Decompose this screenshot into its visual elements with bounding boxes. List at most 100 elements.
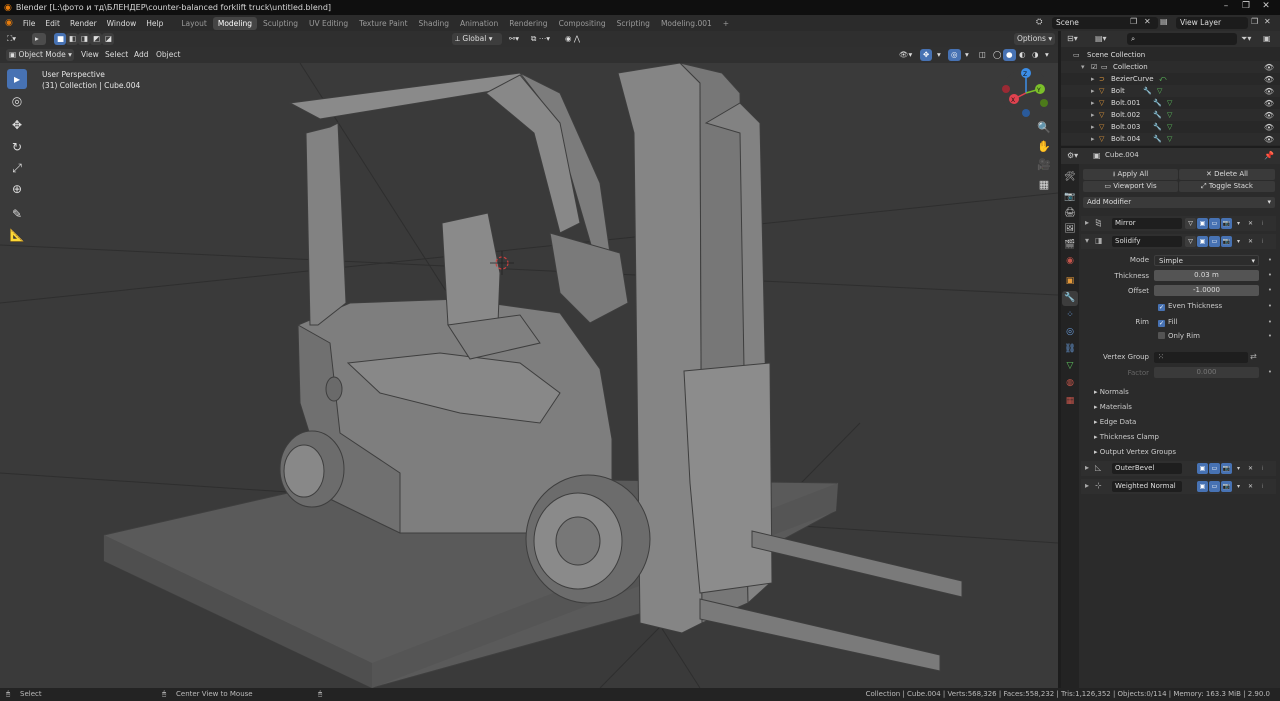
select-tool-icon[interactable]: ▸ [32, 33, 46, 45]
minimize-button[interactable]: – [1216, 1, 1236, 11]
modifier-menu-icon[interactable]: ▾ [1233, 481, 1244, 492]
render-icon[interactable]: 📷 [1221, 218, 1232, 229]
thickness-field[interactable]: 0.03 m [1154, 270, 1259, 281]
tab-uv-editing[interactable]: UV Editing [304, 17, 353, 30]
tab-data-icon[interactable]: ▽ [1062, 359, 1078, 374]
drag-handle-icon[interactable]: ⁞ [1257, 463, 1268, 474]
new-collection-icon[interactable]: ▣ [1263, 34, 1271, 43]
vertex-group-field[interactable]: ⁙ [1154, 352, 1248, 363]
tab-modeling-001[interactable]: Modeling.001 [656, 17, 717, 30]
edit-mode-icon[interactable]: ▣ [1197, 218, 1208, 229]
delete-all-button[interactable]: ✕ Delete All [1179, 169, 1275, 180]
render-icon[interactable]: 📷 [1221, 236, 1232, 247]
rotate-tool-icon[interactable]: ↻ [7, 137, 27, 157]
tab-texture-paint[interactable]: Texture Paint [354, 17, 412, 30]
visibility-icon[interactable]: 👁▾ [896, 49, 915, 61]
outliner-row-collection[interactable]: ▾ ☑ ▭ Collection 👁 [1061, 61, 1280, 73]
outliner-filter-icon[interactable]: ⏷▾ [1241, 34, 1251, 44]
outliner-editor-icon[interactable]: ⊟▾ [1067, 34, 1078, 43]
menu-render[interactable]: Render [65, 19, 102, 28]
fill-checkbox[interactable]: ✓ Fill [1158, 318, 1177, 327]
select-mode-invert-icon[interactable]: ◩ [90, 33, 102, 45]
modifier-name-field[interactable]: OuterBevel [1112, 463, 1182, 474]
view-layer-delete-icon[interactable]: ✕ [1264, 17, 1271, 26]
modifier-remove-icon[interactable]: ✕ [1245, 481, 1256, 492]
shading-solid-icon[interactable]: ● [1003, 49, 1016, 61]
expand-arrow-icon[interactable]: ▸ [1091, 87, 1095, 95]
camera-view-icon[interactable]: 🎥 [1035, 157, 1053, 173]
subpanel-normals[interactable]: ▸ Normals [1094, 388, 1129, 396]
visibility-eye-icon[interactable]: 👁 [1264, 63, 1274, 72]
expand-arrow-icon[interactable]: ▸ [1085, 218, 1089, 227]
keyframe-dot-icon[interactable]: • [1268, 286, 1272, 294]
editor-type-icon[interactable]: ⛶▾ [4, 33, 19, 45]
tab-object-icon[interactable]: ▣ [1062, 274, 1078, 289]
outliner-row-beziercurve[interactable]: ▸ ⊃ BezierCurve ⤺ 👁 [1061, 73, 1280, 85]
modifier-menu-icon[interactable]: ▾ [1233, 236, 1244, 247]
overlay-dropdown-icon[interactable]: ▾ [962, 49, 972, 61]
modifier-remove-icon[interactable]: ✕ [1245, 236, 1256, 247]
keyframe-dot-icon[interactable]: • [1268, 256, 1272, 264]
scene-selector[interactable]: Scene [1052, 17, 1158, 29]
shading-dropdown-icon[interactable]: ▾ [1042, 49, 1052, 61]
tab-scene-icon[interactable]: 🎬 [1062, 238, 1078, 253]
render-icon[interactable]: 📷 [1221, 463, 1232, 474]
realtime-icon[interactable]: ▭ [1209, 236, 1220, 247]
edit-cage-icon[interactable]: ▽ [1185, 218, 1196, 229]
expand-arrow-icon[interactable]: ▸ [1091, 123, 1095, 131]
object-mode-dropdown[interactable]: ▣ Object Mode ▾ [6, 49, 74, 61]
visibility-eye-icon[interactable]: 👁 [1264, 75, 1274, 84]
overlay-toggle-icon[interactable]: ◎ [948, 49, 961, 61]
tab-layout[interactable]: Layout [176, 17, 212, 30]
pan-hand-icon[interactable]: ✋ [1035, 139, 1053, 155]
tab-sculpting[interactable]: Sculpting [258, 17, 303, 30]
expand-arrow-icon[interactable]: ▸ [1091, 75, 1095, 83]
select-mode-subtract-icon[interactable]: ◨ [78, 33, 90, 45]
pin-icon[interactable]: 📌 [1264, 151, 1274, 160]
modifier-menu-icon[interactable]: ▾ [1233, 463, 1244, 474]
edit-mode-icon[interactable]: ▣ [1197, 236, 1208, 247]
keyframe-dot-icon[interactable]: • [1268, 271, 1272, 279]
subpanel-output-vertex-groups[interactable]: ▸ Output Vertex Groups [1094, 448, 1176, 456]
tab-world-icon[interactable]: ◉ [1062, 254, 1078, 269]
visibility-eye-icon[interactable]: 👁 [1264, 87, 1274, 96]
edit-mode-icon[interactable]: ▣ [1197, 481, 1208, 492]
properties-editor-icon[interactable]: ⚙▾ [1067, 151, 1078, 160]
tab-output-icon[interactable]: 🖨 [1062, 206, 1078, 221]
expand-arrow-icon[interactable]: ▾ [1085, 236, 1089, 245]
menu-select[interactable]: Select [102, 49, 131, 61]
move-tool-icon[interactable]: ✥ [7, 115, 27, 135]
tab-animation[interactable]: Animation [455, 17, 503, 30]
modifier-name-field[interactable]: Weighted Normal [1112, 481, 1182, 492]
expand-arrow-icon[interactable]: ▸ [1085, 481, 1089, 490]
expand-arrow-icon[interactable]: ▸ [1085, 463, 1089, 472]
invert-vertex-group-icon[interactable]: ⇄ [1250, 352, 1257, 361]
modifier-name-field[interactable]: Mirror [1112, 218, 1182, 229]
outliner-row-bolt-003[interactable]: ▸ ▽ Bolt.003 🔧 ▽ 👁 [1061, 121, 1280, 133]
tab-particles-icon[interactable]: ⁘ [1062, 308, 1078, 323]
tab-rendering[interactable]: Rendering [504, 17, 552, 30]
drag-handle-icon[interactable]: ⁞ [1257, 218, 1268, 229]
transform-tool-icon[interactable]: ⊕ [7, 179, 27, 199]
even-thickness-checkbox[interactable]: ✓ Even Thickness [1158, 302, 1222, 311]
add-workspace-button[interactable]: + [718, 17, 734, 30]
tab-physics-icon[interactable]: ◎ [1062, 325, 1078, 340]
outliner-row-bolt[interactable]: ▸ ▽ Bolt 🔧 ▽ 👁 [1061, 85, 1280, 97]
menu-view[interactable]: View [78, 49, 102, 61]
outliner-row-bolt-002[interactable]: ▸ ▽ Bolt.002 🔧 ▽ 👁 [1061, 109, 1280, 121]
blender-menu-icon[interactable]: ◉ [0, 18, 18, 28]
menu-window[interactable]: Window [102, 19, 142, 28]
shading-rendered-icon[interactable]: ◑ [1029, 49, 1042, 61]
modifier-mirror[interactable]: ▸ ⧎ Mirror ▽ ▣ ▭ 📷 ▾ ✕ ⁞ [1081, 216, 1276, 231]
outliner-filter-display-icon[interactable]: ▤▾ [1095, 34, 1107, 43]
menu-add[interactable]: Add [131, 49, 152, 61]
tab-tool-icon[interactable]: 🛠 [1062, 170, 1078, 185]
keyframe-dot-icon[interactable]: • [1268, 318, 1272, 326]
scale-tool-icon[interactable]: ⤢ [7, 158, 27, 178]
modifier-menu-icon[interactable]: ▾ [1233, 218, 1244, 229]
3d-viewport[interactable]: Z Y X User Perspective (31) Collection |… [0, 63, 1058, 688]
render-icon[interactable]: 📷 [1221, 481, 1232, 492]
gizmo-toggle-icon[interactable]: ✥ [920, 49, 933, 61]
navigation-gizmo[interactable]: Z Y X [1002, 68, 1050, 117]
expand-arrow-icon[interactable]: ▾ [1081, 63, 1085, 71]
